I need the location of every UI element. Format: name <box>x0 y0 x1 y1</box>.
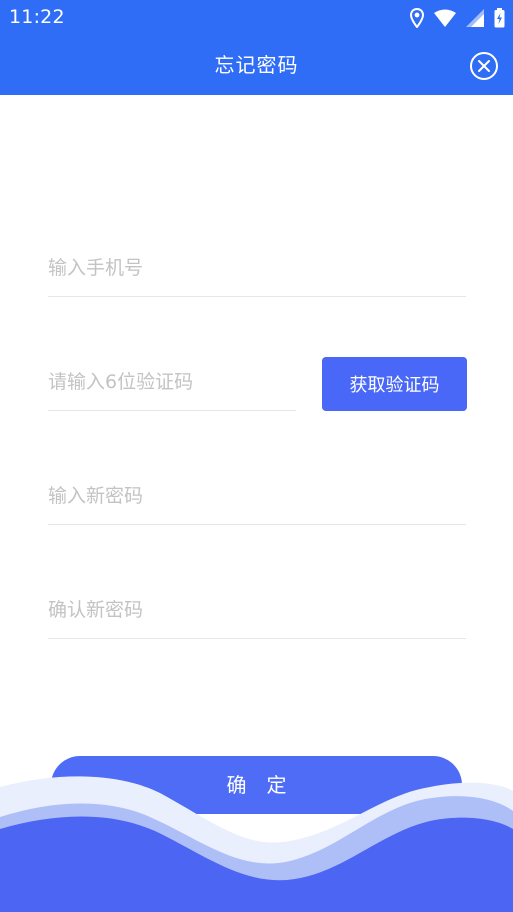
wave-decoration <box>0 776 513 912</box>
get-code-button[interactable]: 获取验证码 <box>322 357 467 411</box>
app-bar: 忘记密码 <box>0 35 513 95</box>
status-icons <box>410 7 505 29</box>
location-icon <box>410 8 424 28</box>
battery-charging-icon <box>494 8 505 28</box>
phone-input[interactable] <box>48 240 466 296</box>
signal-icon <box>466 9 484 27</box>
confirm-password-field <box>48 582 466 639</box>
new-password-input[interactable] <box>48 468 466 524</box>
wifi-icon <box>434 9 456 27</box>
status-bar: 11:22 <box>0 0 513 35</box>
confirm-password-input[interactable] <box>48 582 466 638</box>
status-time: 11:22 <box>9 6 65 28</box>
code-field <box>48 354 296 411</box>
close-circle-icon <box>470 52 498 80</box>
page-title: 忘记密码 <box>214 53 299 77</box>
close-button[interactable] <box>468 50 500 82</box>
phone-field <box>48 240 466 297</box>
new-password-field <box>48 468 466 525</box>
code-input[interactable] <box>48 354 296 410</box>
